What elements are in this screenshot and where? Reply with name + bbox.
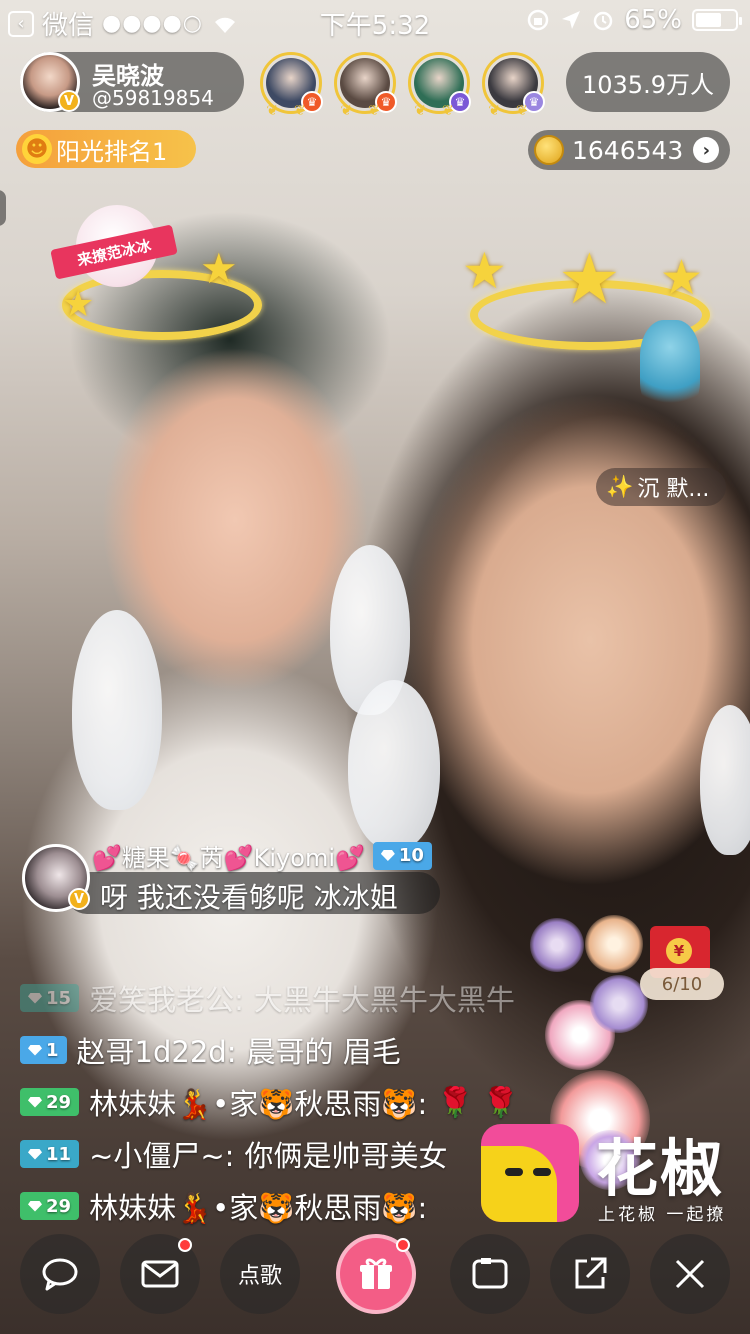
alarm-icon bbox=[593, 11, 613, 31]
user-level-value: 15 bbox=[46, 987, 72, 1009]
user-level-badge: 15 bbox=[20, 984, 80, 1012]
diamond-icon bbox=[28, 1148, 42, 1160]
star-icon: ★ bbox=[200, 244, 238, 293]
diamond-icon bbox=[28, 1200, 42, 1212]
coin-icon bbox=[534, 135, 564, 165]
flower-effect bbox=[585, 915, 643, 973]
camera-icon bbox=[472, 1258, 508, 1289]
gift-button[interactable] bbox=[336, 1234, 416, 1314]
user-level-value: 10 bbox=[398, 845, 424, 866]
top-viewer-avatar[interactable]: ♛ ❦❦ bbox=[334, 52, 397, 119]
chat-user: 爱笑我老公: bbox=[89, 983, 244, 1017]
notification-dot bbox=[396, 1238, 410, 1252]
user-level-badge: 1 bbox=[20, 1036, 67, 1064]
chat-user: 林妹妹💃•家🐯秋思雨🐯: bbox=[89, 1191, 428, 1225]
battery-percent: 65% bbox=[624, 5, 682, 35]
sunshine-rank-badge[interactable]: ☻ 阳光排名1 bbox=[16, 130, 196, 168]
notification-dot bbox=[178, 1238, 192, 1252]
chat-bubble-icon bbox=[42, 1258, 78, 1291]
user-level-value: 29 bbox=[46, 1195, 72, 1217]
camera-button[interactable] bbox=[450, 1234, 530, 1314]
featured-comment-header: 💕糖果🍬芮💕Kiyomi💕 10 bbox=[92, 838, 432, 873]
diamond-icon bbox=[380, 850, 395, 861]
commenter-name[interactable]: 💕糖果🍬芮💕Kiyomi💕 bbox=[92, 838, 365, 873]
share-button[interactable] bbox=[550, 1234, 630, 1314]
flower-effect bbox=[530, 918, 584, 972]
huajiao-logo bbox=[481, 1124, 579, 1222]
chat-user: ~小僵尸~: bbox=[89, 1139, 235, 1173]
audience-count[interactable]: 1035.9万人 bbox=[566, 52, 730, 112]
angel-wing-right-2 bbox=[700, 705, 750, 855]
close-icon bbox=[675, 1259, 705, 1289]
laurel-icon: ❦❦ bbox=[414, 103, 470, 119]
song-request-label: 点歌 bbox=[237, 1264, 282, 1289]
yuan-icon: ¥ bbox=[666, 938, 692, 964]
host-id: @59819854 bbox=[92, 86, 214, 110]
location-icon bbox=[562, 11, 581, 29]
star-icon: ★ bbox=[660, 250, 704, 306]
battery-icon bbox=[692, 9, 742, 31]
close-button[interactable] bbox=[650, 1234, 730, 1314]
song-request-button[interactable]: 点歌 bbox=[220, 1234, 300, 1314]
chevron-right-icon: › bbox=[693, 137, 720, 163]
top-viewer-avatar[interactable]: ♛ ❦❦ bbox=[260, 52, 323, 119]
top-viewer-avatar[interactable]: ♛ ❦❦ bbox=[408, 52, 471, 119]
verified-badge-icon: V bbox=[58, 90, 80, 112]
star-icon: ★ bbox=[462, 242, 507, 300]
brand-slogan: 上花椒 一起撩 bbox=[598, 1205, 727, 1225]
diamond-icon bbox=[28, 1044, 42, 1056]
coin-count: 1646543 bbox=[572, 135, 684, 165]
sparkle-icon: ✨ bbox=[606, 474, 634, 500]
chat-message[interactable]: 29 林妹妹💃•家🐯秋思雨🐯: 🌹 🌹 bbox=[20, 1076, 620, 1128]
rank-label: 阳光排名1 bbox=[56, 137, 168, 166]
chat-text: 你俩是帅哥美女 bbox=[244, 1139, 448, 1173]
diamond-icon bbox=[28, 1096, 42, 1108]
gift-icon bbox=[360, 1258, 392, 1289]
angel-wing-left bbox=[72, 610, 162, 810]
laurel-icon: ❦❦ bbox=[488, 103, 544, 119]
logo-eye bbox=[505, 1168, 523, 1176]
verified-badge-icon: V bbox=[68, 888, 90, 910]
activity-sticker[interactable]: 来撩范冰冰 bbox=[50, 205, 178, 295]
user-level-value: 1 bbox=[46, 1039, 59, 1061]
chat-user: 林妹妹💃•家🐯秋思雨🐯: bbox=[89, 1087, 428, 1121]
top-viewer-avatar[interactable]: ♛ ❦❦ bbox=[482, 52, 545, 119]
chat-text: 🌹 🌹 bbox=[437, 1084, 519, 1119]
side-drawer-handle[interactable] bbox=[0, 190, 6, 226]
star-icon: ★ bbox=[558, 238, 621, 320]
mail-icon bbox=[141, 1260, 179, 1288]
sun-icon: ☻ bbox=[22, 134, 52, 164]
rotation-lock-icon bbox=[527, 9, 549, 31]
silence-label: 沉 默... bbox=[637, 477, 710, 502]
diamond-icon bbox=[28, 992, 42, 1004]
angel-wing-right bbox=[348, 680, 440, 850]
logo-face bbox=[481, 1146, 557, 1222]
laurel-icon: ❦❦ bbox=[266, 103, 322, 119]
user-level-badge: 29 bbox=[20, 1192, 80, 1220]
silence-effect-badge[interactable]: ✨ 沉 默... bbox=[596, 468, 726, 506]
brand-name: 花椒 bbox=[596, 1132, 725, 1205]
chat-user: 赵哥1d22d: bbox=[76, 1035, 237, 1069]
user-level-badge: 29 bbox=[20, 1088, 80, 1116]
chat-text: 晨哥的 眉毛 bbox=[246, 1035, 401, 1069]
coin-balance[interactable]: 1646543 › bbox=[528, 130, 730, 170]
red-packet-count: 6/10 bbox=[640, 968, 724, 1000]
featured-comment-text: 呀 我还没看够呢 冰冰姐 bbox=[100, 881, 398, 914]
chat-text: 大黑牛大黑牛大黑牛 bbox=[253, 983, 515, 1017]
user-level-badge: 10 bbox=[372, 841, 432, 870]
status-bar: ‹ 微信 ●●●●○ 下午5:32 65% bbox=[0, 0, 750, 41]
laurel-icon: ❦❦ bbox=[340, 103, 396, 119]
user-level-value: 29 bbox=[46, 1091, 72, 1113]
user-level-badge: 11 bbox=[20, 1140, 80, 1168]
user-level-value: 11 bbox=[46, 1143, 72, 1165]
message-button[interactable] bbox=[120, 1234, 200, 1314]
logo-eye bbox=[533, 1168, 551, 1176]
mascot-sticker bbox=[640, 320, 700, 410]
share-icon bbox=[575, 1257, 607, 1289]
chat-button[interactable] bbox=[20, 1234, 100, 1314]
chat-message[interactable]: 15 爱笑我老公: 大黑牛大黑牛大黑牛 bbox=[20, 972, 620, 1024]
chat-message[interactable]: 1 赵哥1d22d: 晨哥的 眉毛 bbox=[20, 1024, 620, 1076]
